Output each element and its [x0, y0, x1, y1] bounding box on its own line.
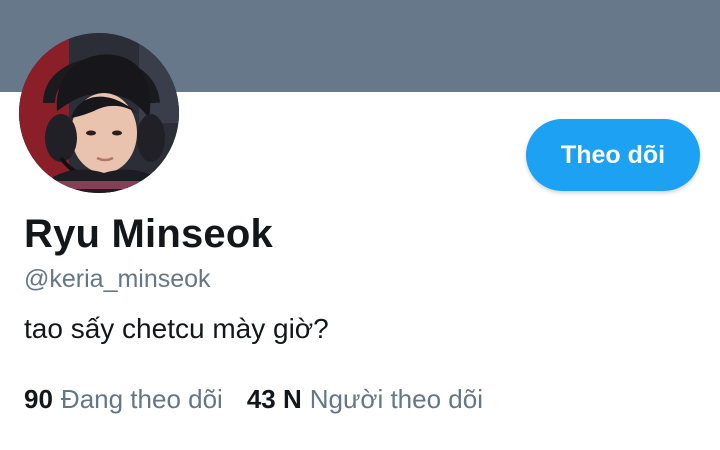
followers-count: 43 N: [246, 384, 302, 414]
avatar-photo: [19, 33, 179, 193]
followers-stat[interactable]: 43 N Người theo dõi: [247, 384, 483, 415]
following-stat[interactable]: 90 Đang theo dõi: [24, 384, 223, 415]
following-count: 90: [24, 384, 53, 414]
followers-label: Người theo dõi: [309, 384, 483, 414]
follow-button[interactable]: Theo dõi: [526, 119, 700, 191]
user-handle: @keria_minseok: [24, 265, 211, 293]
profile-stats: 90 Đang theo dõi 43 N Người theo dõi: [24, 384, 507, 415]
profile-bio: tao sấy chetcu mày giờ?: [24, 313, 329, 344]
avatar[interactable]: [19, 33, 179, 193]
profile-header: Theo dõi Ryu Minseok @keria_minseok tao …: [0, 0, 720, 450]
following-label: Đang theo dõi: [60, 384, 223, 414]
display-name: Ryu Minseok: [24, 212, 273, 256]
